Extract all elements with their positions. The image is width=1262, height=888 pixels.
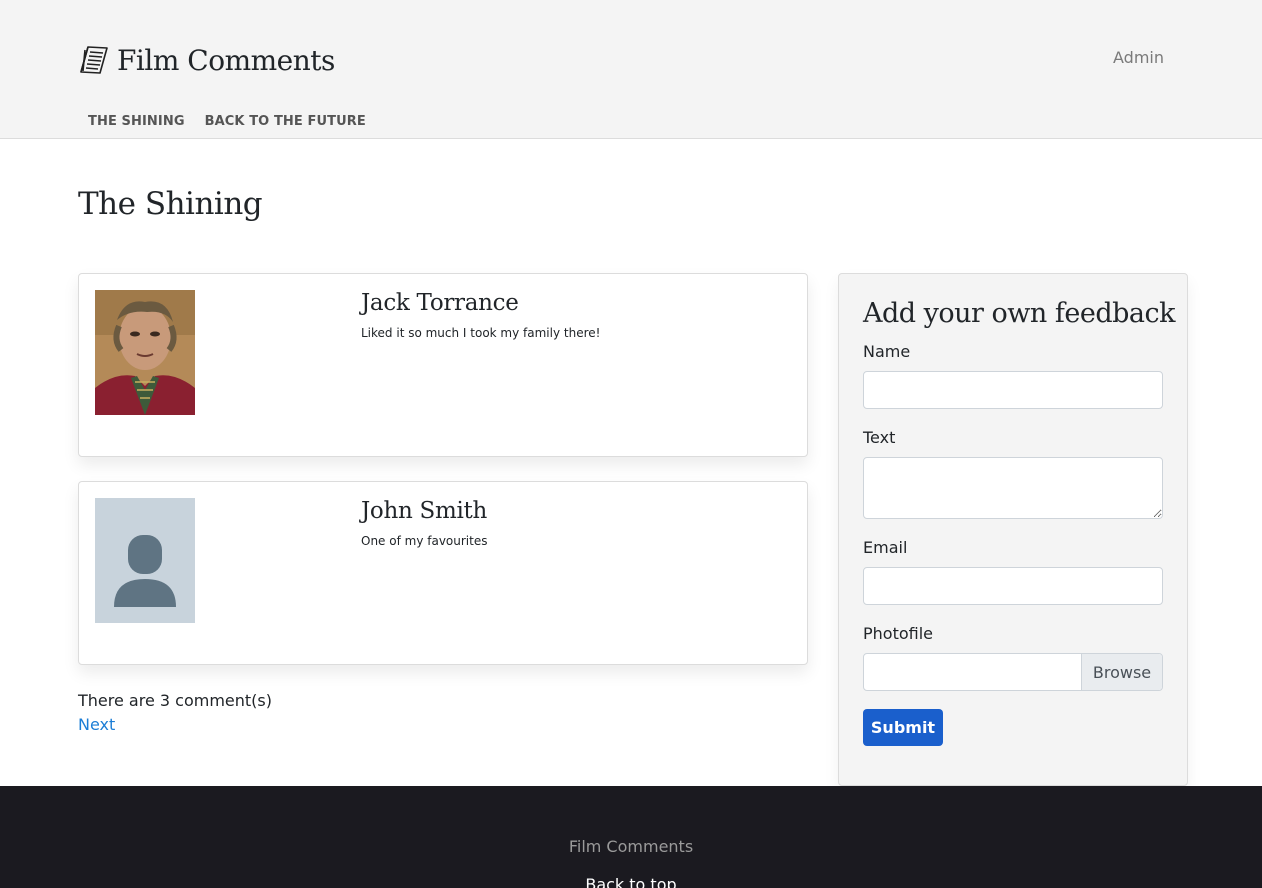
comment-text: One of my favourites <box>361 534 488 548</box>
comment-author: John Smith <box>361 498 487 524</box>
page-title: The Shining <box>78 186 263 222</box>
name-label: Name <box>863 342 911 361</box>
site-header: Film Comments Admin THE SHINING BACK TO … <box>0 0 1262 139</box>
author-photo <box>95 290 195 415</box>
comment-card: John Smith One of my favourites <box>78 481 808 665</box>
comment-count: There are 3 comment(s) <box>78 691 272 710</box>
nav-item-back-to-the-future[interactable]: BACK TO THE FUTURE <box>195 114 376 129</box>
avatar-placeholder-icon <box>95 498 195 623</box>
film-nav: THE SHINING BACK TO THE FUTURE <box>78 114 376 129</box>
footer-title: Film Comments <box>568 837 694 856</box>
comment-author: Jack Torrance <box>361 290 519 316</box>
comment-text: Liked it so much I took my family there! <box>361 326 601 340</box>
back-to-top-link[interactable]: Back to top <box>0 875 1262 888</box>
book-icon <box>80 46 108 74</box>
photofile-input[interactable]: Browse <box>863 653 1163 691</box>
nav-item-the-shining[interactable]: THE SHINING <box>78 114 195 129</box>
feedback-title: Add your own feedback <box>863 298 1175 329</box>
photofile-label: Photofile <box>863 624 934 643</box>
browse-button[interactable]: Browse <box>1081 654 1162 690</box>
name-input[interactable] <box>863 371 1163 409</box>
admin-link[interactable]: Admin <box>1113 48 1164 67</box>
submit-button[interactable]: Submit <box>863 709 943 746</box>
comment-card: Jack Torrance Liked it so much I took my… <box>78 273 808 457</box>
brand-link[interactable]: Film Comments <box>78 40 335 80</box>
feedback-form: Add your own feedback Name Text Email Ph… <box>838 273 1188 786</box>
brand-title: Film Comments <box>117 43 335 77</box>
site-footer: Film Comments Back to top <box>0 786 1262 888</box>
email-input[interactable] <box>863 567 1163 605</box>
text-input[interactable] <box>863 457 1163 519</box>
next-page-link[interactable]: Next <box>78 715 115 734</box>
text-label: Text <box>863 428 896 447</box>
email-label: Email <box>863 538 908 557</box>
